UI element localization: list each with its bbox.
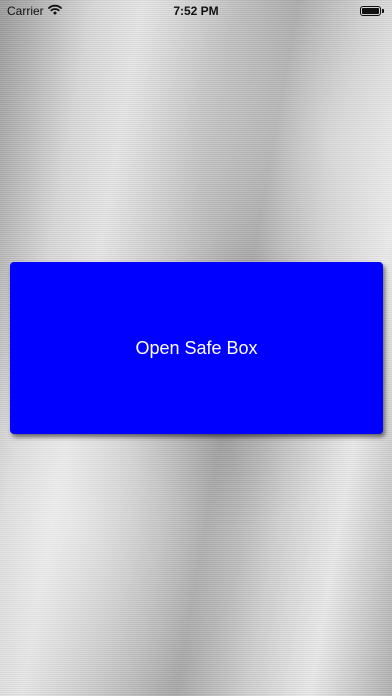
status-time: 7:52 PM [173,4,219,18]
battery-icon [360,5,384,16]
open-safe-box-button[interactable]: Open Safe Box [10,262,383,434]
open-safe-box-label: Open Safe Box [135,337,258,358]
battery-fill [362,7,379,14]
status-bar: Carrier 7:52 PM [0,0,392,22]
